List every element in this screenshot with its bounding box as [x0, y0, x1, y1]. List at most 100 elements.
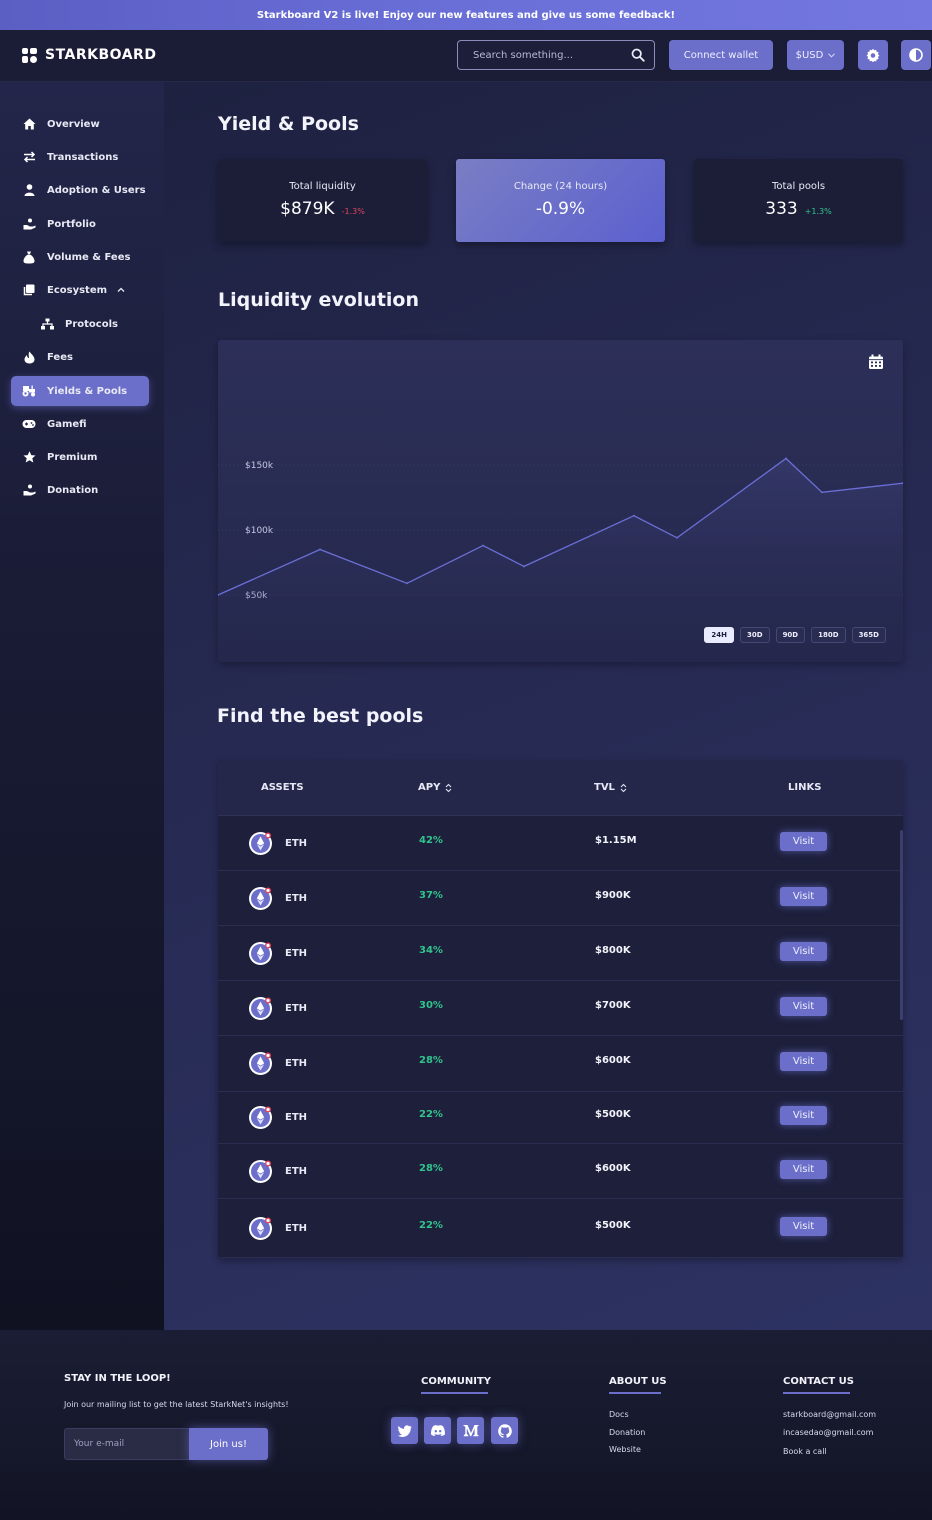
range-180d-button[interactable]: 180D [811, 627, 846, 643]
logo[interactable]: STARKBOARD [22, 47, 156, 63]
sidebar-item-protocols[interactable]: Protocols [29, 309, 149, 339]
sidebar-item-premium[interactable]: Premium [11, 442, 149, 472]
stat-label: Total pools [771, 181, 826, 192]
sidebar-item-label: Yields & Pools [47, 385, 128, 397]
range-24h-button[interactable]: 24H [704, 627, 734, 643]
twitter-button[interactable] [391, 1417, 418, 1444]
search-input[interactable] [473, 49, 623, 61]
community-title: COMMUNITY [421, 1376, 492, 1387]
apy-cell: 22% [419, 1219, 443, 1231]
sidebar-item-ecosystem[interactable]: Ecosystem [11, 275, 149, 305]
visit-button[interactable]: Visit [780, 1052, 827, 1071]
logo-text: STARKBOARD [45, 47, 157, 63]
discord-icon [430, 1425, 445, 1436]
flame-icon [22, 350, 36, 364]
contact-link-email-incasedao[interactable]: incasedao@gmail.com [783, 1428, 873, 1437]
sidebar-item-gamefi[interactable]: Gamefi [11, 409, 149, 439]
search-icon[interactable] [631, 48, 645, 62]
column-header-label: LINKS [788, 782, 822, 793]
stat-card-total-pools: Total pools 333 +1.3% [694, 159, 903, 242]
stat-label: Total liquidity [289, 181, 356, 192]
currency-select[interactable]: $USD [787, 40, 844, 70]
range-365d-button[interactable]: 365D [851, 627, 886, 643]
sort-icon[interactable] [445, 783, 452, 793]
asset-name: ETH [285, 947, 308, 959]
data-point [785, 457, 787, 460]
eth-icon [249, 1052, 272, 1075]
tvl-cell: $600K [595, 1162, 631, 1174]
join-button[interactable]: Join us! [189, 1428, 268, 1460]
y-tick-label: $150k [245, 461, 274, 471]
email-input[interactable] [74, 1439, 184, 1449]
visit-button[interactable]: Visit [780, 1106, 827, 1125]
home-icon [22, 117, 36, 131]
about-link-docs[interactable]: Docs [609, 1410, 629, 1419]
github-button[interactable] [491, 1417, 518, 1444]
sidebar-item-overview[interactable]: Overview [11, 109, 149, 139]
y-tick-label: $100k [245, 526, 274, 536]
community-underline [421, 1392, 488, 1394]
visit-button[interactable]: Visit [780, 996, 827, 1016]
asset-cell: ETH [248, 1051, 307, 1076]
table-scrollbar[interactable] [900, 830, 903, 1020]
asset-cell: ETH [248, 1159, 307, 1184]
stat-card-total-liquidity: Total liquidity $879K -1.3% [218, 159, 427, 242]
hand-coin-icon [22, 483, 36, 497]
sidebar-item-transactions[interactable]: Transactions [11, 142, 149, 172]
asset-name: ETH [285, 1165, 308, 1177]
sidebar-item-yields-pools[interactable]: Yields & Pools [11, 376, 149, 406]
theme-toggle-button[interactable] [901, 40, 931, 70]
sidebar-item-adoption-users[interactable]: Adoption & Users [11, 175, 149, 205]
asset-cell: ETH [248, 1105, 307, 1130]
tvl-cell: $700K [595, 999, 631, 1011]
sidebar-item-portfolio[interactable]: Portfolio [11, 209, 149, 239]
asset-name: ETH [285, 1002, 308, 1014]
apy-cell: 30% [419, 999, 443, 1011]
medium-button[interactable] [457, 1417, 484, 1444]
chevron-up-icon[interactable] [117, 286, 125, 294]
sort-icon[interactable] [620, 783, 627, 793]
tvl-cell: $800K [595, 944, 631, 956]
email-box[interactable] [64, 1428, 190, 1460]
contact-link-book-call[interactable]: Book a call [783, 1447, 827, 1456]
sidebar-item-label: Volume & Fees [47, 251, 131, 263]
stat-card-change-24h: Change (24 hours) -0.9% [456, 159, 665, 242]
settings-button[interactable] [858, 40, 888, 70]
visit-button[interactable]: Visit [780, 1159, 827, 1179]
liquidity-chart: $50k$100k$150k 24H 30D 90D 180D 365D [218, 340, 903, 662]
discord-button[interactable] [424, 1417, 451, 1444]
visit-button[interactable]: Visit [780, 886, 827, 906]
column-header-apy[interactable]: APY [418, 782, 452, 793]
sidebar-item-label: Gamefi [47, 418, 87, 430]
visit-button[interactable]: Visit [780, 831, 827, 851]
connect-wallet-button[interactable]: Connect wallet [669, 40, 773, 70]
sidebar-item-label: Overview [47, 118, 100, 130]
visit-button[interactable]: Visit [780, 941, 827, 961]
calendar-icon[interactable] [868, 354, 884, 370]
eth-icon [249, 886, 272, 910]
layers-icon [22, 283, 36, 297]
about-link-donation[interactable]: Donation [609, 1428, 645, 1437]
sidebar-item-label: Adoption & Users [47, 184, 146, 196]
newsletter-text: Join our mailing list to get the latest … [64, 1400, 289, 1409]
user-icon [22, 183, 36, 197]
range-90d-button[interactable]: 90D [775, 627, 806, 643]
about-link-website[interactable]: Website [609, 1445, 641, 1454]
table-row: ETH 30% $700K Visit [218, 981, 903, 1036]
footer: STAY IN THE LOOP! Join our mailing list … [0, 1330, 932, 1520]
data-point [319, 548, 321, 551]
visit-button[interactable]: Visit [780, 1216, 827, 1236]
table-row: ETH 34% $800K Visit [218, 926, 903, 981]
column-header-label: APY [418, 782, 441, 793]
asset-name: ETH [285, 837, 308, 849]
search-box[interactable] [457, 40, 655, 70]
hand-coin-icon [22, 217, 36, 231]
range-30d-button[interactable]: 30D [740, 627, 770, 643]
contact-link-email-starkboard[interactable]: starkboard@gmail.com [783, 1410, 876, 1419]
pools-table: ASSETS APY TVL LINKS ETH 42% $1.15M Visit ET… [218, 760, 903, 1258]
column-header-tvl[interactable]: TVL [594, 782, 627, 793]
sidebar-item-donation[interactable]: Donation [11, 475, 149, 505]
table-row: ETH 37% $900K Visit [218, 871, 903, 926]
sidebar-item-fees[interactable]: Fees [11, 342, 149, 372]
sidebar-item-volume-fees[interactable]: Volume & Fees [11, 242, 149, 272]
